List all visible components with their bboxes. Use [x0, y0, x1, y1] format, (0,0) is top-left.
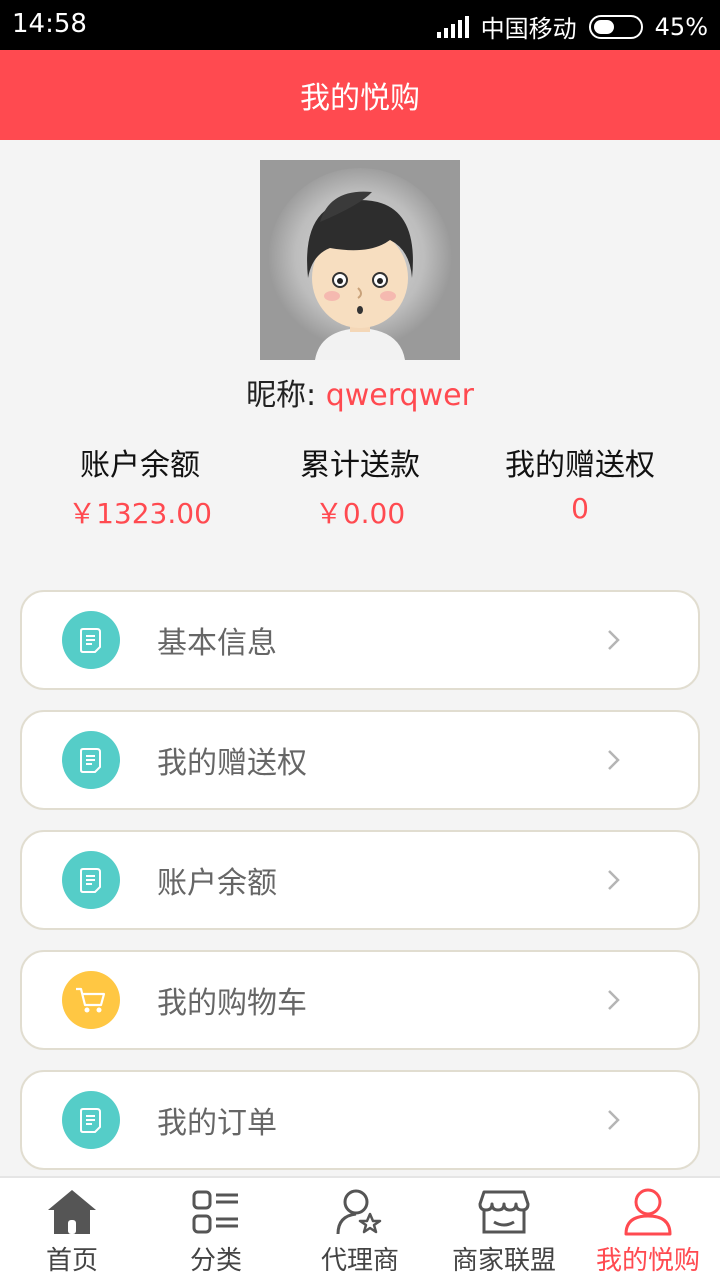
chevron-right-icon [608, 870, 620, 890]
battery-percent: 45% [654, 12, 708, 41]
stat-cumulative-gift[interactable]: 累计送款 ￥0.00 [260, 440, 460, 532]
bottom-tab-bar: 首页 分类 代理商 商家联盟 我的悦购 [0, 1176, 720, 1280]
stat-balance[interactable]: 账户余额 ￥1323.00 [40, 440, 240, 532]
nickname-value: qwerqwer [325, 378, 474, 413]
menu-item-label: 账户余额 [157, 866, 277, 901]
agent-icon [336, 1189, 382, 1235]
page-title: 我的悦购 [300, 81, 420, 116]
tab-label: 首页 [45, 1246, 98, 1276]
tab-label: 代理商 [320, 1246, 399, 1276]
status-time: 14:58 [12, 9, 87, 39]
document-icon [62, 1091, 120, 1149]
avatar[interactable] [260, 160, 460, 360]
cart-icon [62, 971, 120, 1029]
menu-item-label: 我的订单 [157, 1106, 277, 1141]
status-bar: 14:58 中国移动 45% [0, 0, 720, 50]
battery-icon [588, 14, 643, 39]
stat-gift-rights[interactable]: 我的赠送权 0 [480, 440, 680, 532]
app-header: 我的悦购 [0, 50, 720, 140]
menu-list: 基本信息 我的赠送权 账户余额 我的购物车 我的订单 [20, 590, 700, 1190]
stat-label: 累计送款 [300, 448, 420, 483]
menu-item-label: 基本信息 [157, 626, 277, 661]
tab-agent[interactable]: 代理商 [288, 1178, 432, 1280]
tab-label: 分类 [189, 1246, 242, 1276]
tab-home[interactable]: 首页 [0, 1178, 144, 1280]
stat-value: 0 [571, 492, 589, 525]
stat-value: ￥1323.00 [68, 497, 212, 530]
user-icon [624, 1188, 672, 1236]
document-icon [62, 851, 120, 909]
nickname-row: 昵称: qwerqwer [0, 370, 720, 414]
stat-label: 账户余额 [80, 448, 200, 483]
tab-category[interactable]: 分类 [144, 1178, 288, 1280]
menu-item-cart[interactable]: 我的购物车 [20, 950, 700, 1050]
nickname-label: 昵称: [246, 378, 317, 413]
tab-label: 我的悦购 [595, 1246, 700, 1276]
store-icon [478, 1190, 530, 1234]
tab-merchant-alliance[interactable]: 商家联盟 [432, 1178, 576, 1280]
chevron-right-icon [608, 990, 620, 1010]
menu-item-gift-rights[interactable]: 我的赠送权 [20, 710, 700, 810]
signal-icon [436, 15, 469, 38]
carrier-name: 中国移动 [480, 15, 577, 43]
menu-item-balance[interactable]: 账户余额 [20, 830, 700, 930]
document-icon [62, 731, 120, 789]
chevron-right-icon [608, 630, 620, 650]
menu-item-orders[interactable]: 我的订单 [20, 1070, 700, 1170]
stat-value: ￥0.00 [314, 497, 406, 530]
menu-item-label: 我的购物车 [157, 986, 307, 1021]
chevron-right-icon [608, 1110, 620, 1130]
stat-label: 我的赠送权 [505, 448, 655, 483]
tab-label: 商家联盟 [451, 1246, 556, 1276]
document-icon [62, 611, 120, 669]
account-stats: 账户余额 ￥1323.00 累计送款 ￥0.00 我的赠送权 0 [40, 440, 680, 532]
menu-item-label: 我的赠送权 [157, 746, 307, 781]
category-icon [192, 1190, 238, 1234]
tab-my-yuegou[interactable]: 我的悦购 [576, 1178, 720, 1280]
chevron-right-icon [608, 750, 620, 770]
menu-item-basic-info[interactable]: 基本信息 [20, 590, 700, 690]
home-icon [48, 1190, 96, 1234]
